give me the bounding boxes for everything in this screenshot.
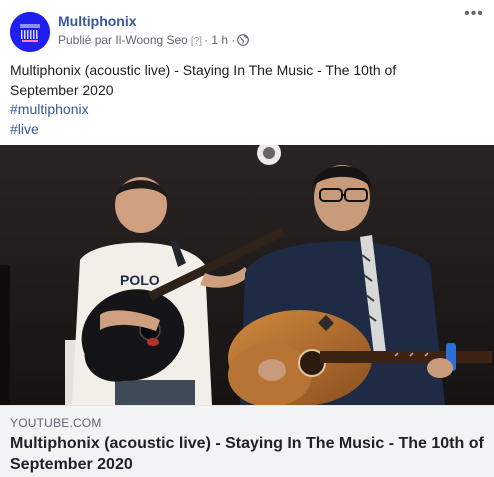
ellipsis-icon: ••• xyxy=(464,5,484,22)
post-meta: Publié par Il-Woong Seo [?] · 1 h · xyxy=(58,33,250,49)
post-time[interactable]: 1 h xyxy=(211,33,228,47)
link-title[interactable]: Multiphonix (acoustic live) - Staying In… xyxy=(10,434,490,475)
svg-text:POLO: POLO xyxy=(120,272,160,288)
meta-separator: · xyxy=(203,33,208,47)
hashtag-multiphonix-link[interactable]: #multiphonix xyxy=(10,100,480,120)
post-text: Multiphonix (acoustic live) - Staying In… xyxy=(10,61,480,139)
meta-separator: · xyxy=(231,33,236,47)
avatar-logo-icon xyxy=(10,12,50,52)
post-text-line: Multiphonix (acoustic live) - Staying In… xyxy=(10,62,397,78)
globe-icon[interactable] xyxy=(237,34,250,49)
more-options-button[interactable]: ••• xyxy=(462,6,486,26)
page-name-link[interactable]: Multiphonix xyxy=(58,13,137,29)
help-link[interactable]: [?] xyxy=(191,36,202,47)
page-avatar[interactable] xyxy=(10,12,50,52)
post-header: Multiphonix Publié par Il-Woong Seo [?] · … xyxy=(0,0,494,60)
published-by[interactable]: Publié par Il-Woong Seo xyxy=(58,33,188,47)
facebook-post: Multiphonix Publié par Il-Woong Seo [?] · … xyxy=(0,0,494,477)
musicians-image: POLO xyxy=(0,145,494,405)
post-text-line: September 2020 xyxy=(10,81,114,98)
link-domain: YOUTUBE.COM xyxy=(10,416,102,430)
hashtag-live-link[interactable]: #live xyxy=(10,120,480,140)
link-preview[interactable]: YOUTUBE.COM Multiphonix (acoustic live) … xyxy=(0,405,494,477)
video-thumbnail[interactable]: POLO xyxy=(0,145,494,405)
